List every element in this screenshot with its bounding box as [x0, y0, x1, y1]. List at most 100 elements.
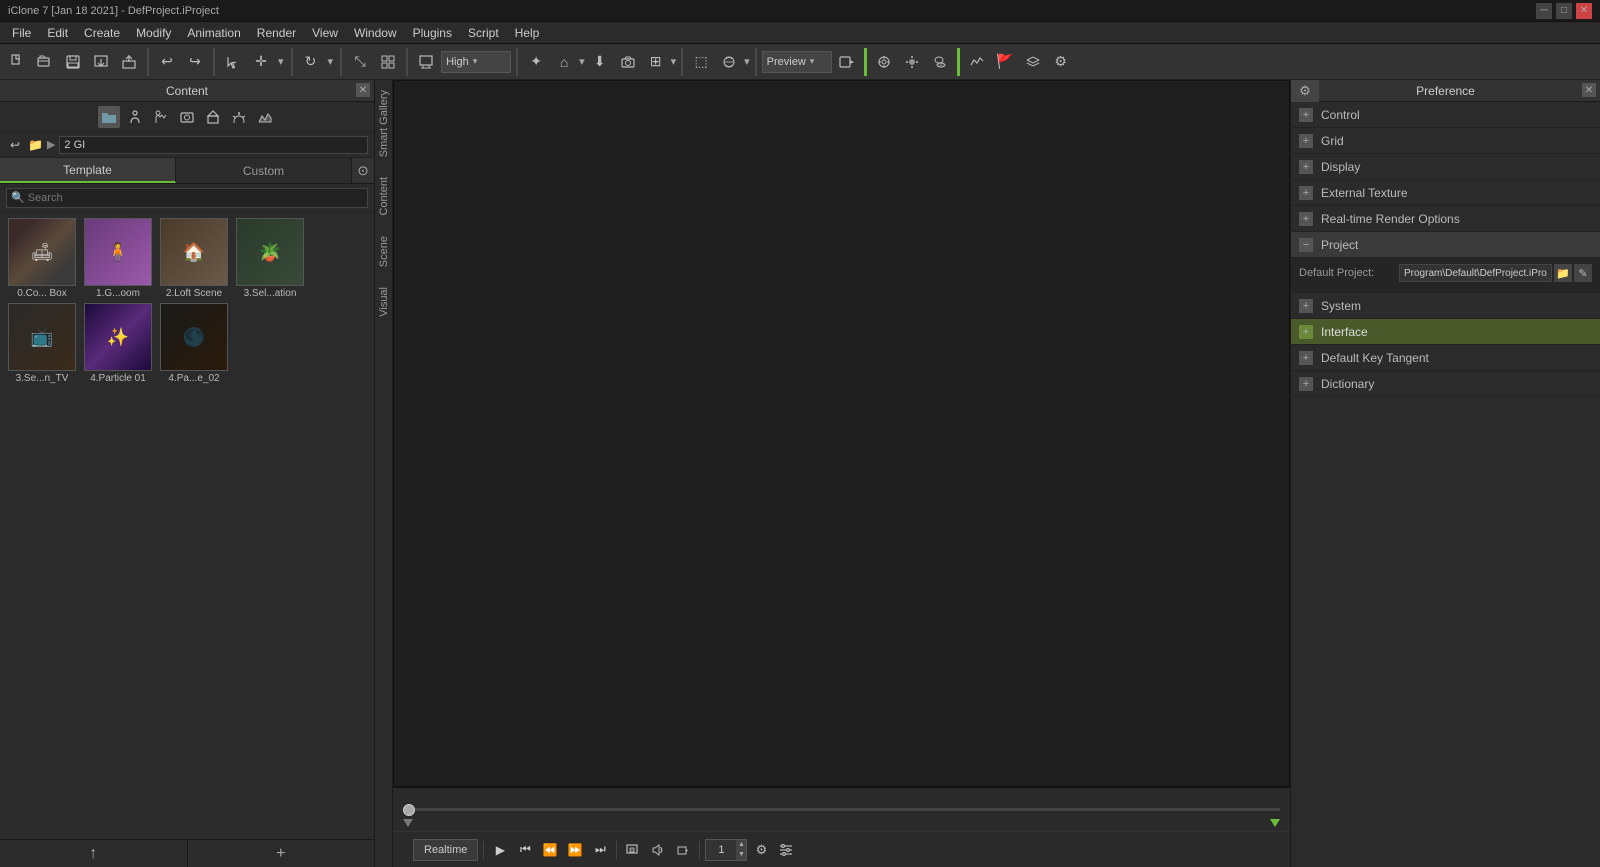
list-item[interactable]: 🛋 0.Co... Box	[6, 218, 78, 299]
content-icon-character[interactable]	[124, 106, 146, 128]
vtab-scene[interactable]: Scene	[376, 226, 392, 277]
export-button[interactable]	[88, 49, 114, 75]
redo-button[interactable]: ↪	[182, 49, 208, 75]
list-item[interactable]: 🌑 4.Pa...e_02	[158, 303, 230, 384]
timeline-slider[interactable]	[393, 788, 1290, 831]
menu-animation[interactable]: Animation	[179, 24, 248, 42]
save-button[interactable]	[60, 49, 86, 75]
close-button[interactable]: ✕	[1576, 3, 1592, 19]
vtab-visual[interactable]: Visual	[376, 277, 392, 327]
move-tool[interactable]: ✛	[248, 49, 274, 75]
pref-section-display[interactable]: + Display	[1291, 154, 1600, 180]
menu-render[interactable]: Render	[249, 24, 304, 42]
menu-view[interactable]: View	[304, 24, 346, 42]
frame-input[interactable]	[706, 844, 736, 856]
menu-help[interactable]: Help	[507, 24, 548, 42]
rotate-tool-dropdown[interactable]: ▾	[326, 55, 336, 68]
search-input[interactable]	[28, 192, 363, 204]
menu-edit[interactable]: Edit	[39, 24, 76, 42]
preference-panel-close[interactable]: ✕	[1582, 83, 1596, 97]
pref-section-grid[interactable]: + Grid	[1291, 128, 1600, 154]
frame-step-up[interactable]: ▲	[736, 840, 746, 850]
tab-template[interactable]: Template	[0, 158, 176, 183]
tab-more-button[interactable]: ⊙	[352, 158, 374, 183]
select-tool[interactable]	[220, 49, 246, 75]
list-item[interactable]: ✨ 4.Particle 01	[82, 303, 154, 384]
play-to-start-button[interactable]: ⏮	[514, 839, 536, 861]
open-button[interactable]	[32, 49, 58, 75]
home-view-dropdown[interactable]: ▾	[579, 55, 585, 68]
list-item[interactable]: 🪴 3.Sel...ation	[234, 218, 306, 299]
pref-section-external-texture[interactable]: + External Texture	[1291, 180, 1600, 206]
loop-button[interactable]	[622, 839, 644, 861]
settings-button[interactable]: ⚙	[1048, 49, 1074, 75]
home-view-button[interactable]: ⌂	[551, 49, 577, 75]
headlight-button[interactable]	[899, 49, 925, 75]
content-icon-terrain[interactable]	[254, 106, 276, 128]
motion-button[interactable]	[964, 49, 990, 75]
content-icon-prop[interactable]	[202, 106, 224, 128]
fit-view-button[interactable]: ⬇	[587, 49, 613, 75]
vtab-content[interactable]: Content	[376, 167, 392, 226]
scale-tool[interactable]: ⤡	[347, 49, 373, 75]
play-forward-button[interactable]: ▶	[489, 839, 511, 861]
content-icon-folder[interactable]	[98, 106, 120, 128]
vtab-smart-gallery[interactable]: Smart Gallery	[376, 80, 392, 167]
pref-section-dictionary[interactable]: + Dictionary	[1291, 371, 1600, 397]
shadow-button[interactable]	[927, 49, 953, 75]
pref-section-interface[interactable]: + Interface	[1291, 319, 1600, 345]
timeline-options-button[interactable]	[775, 839, 797, 861]
record-button[interactable]	[834, 49, 860, 75]
pref-edit-project-button[interactable]: ✎	[1574, 264, 1592, 282]
pref-section-realtime-render[interactable]: + Real-time Render Options	[1291, 206, 1600, 232]
grid-view-dropdown[interactable]: ▾	[671, 55, 677, 68]
flag-button[interactable]: 🚩	[992, 49, 1018, 75]
target-button[interactable]	[871, 49, 897, 75]
menu-create[interactable]: Create	[76, 24, 128, 42]
minimize-button[interactable]: ─	[1536, 3, 1552, 19]
audio-button[interactable]	[647, 839, 669, 861]
list-item[interactable]: 🧍 1.G...oom	[82, 218, 154, 299]
menu-plugins[interactable]: Plugins	[405, 24, 460, 42]
undo-button[interactable]: ↩	[154, 49, 180, 75]
move-tool-dropdown[interactable]: ▾	[276, 55, 286, 68]
camera-record-button[interactable]	[672, 839, 694, 861]
path-input[interactable]	[59, 136, 368, 154]
pref-section-system[interactable]: + System	[1291, 293, 1600, 319]
frame-step-down[interactable]: ▼	[736, 850, 746, 860]
content-panel-close[interactable]: ✕	[356, 83, 370, 97]
list-item[interactable]: 📺 3.Se...n_TV	[6, 303, 78, 384]
add-button[interactable]: +	[188, 840, 375, 867]
new-button[interactable]	[4, 49, 30, 75]
list-item[interactable]: 🏠 2.Loft Scene	[158, 218, 230, 299]
menu-file[interactable]: File	[4, 24, 39, 42]
pref-open-project-button[interactable]: 📁	[1554, 264, 1572, 282]
play-to-end-button[interactable]: ⏭	[589, 839, 611, 861]
playback-settings-button[interactable]: ⚙	[750, 839, 772, 861]
quality-dropdown[interactable]: High ▾	[441, 51, 511, 73]
pref-section-control[interactable]: + Control	[1291, 102, 1600, 128]
prev-frame-button[interactable]: ⏪	[539, 839, 561, 861]
pref-section-project[interactable]: − Project	[1291, 232, 1600, 258]
snap-tool[interactable]	[375, 49, 401, 75]
light-button[interactable]: ✦	[523, 49, 549, 75]
realtime-button[interactable]: Realtime	[413, 839, 478, 861]
menu-script[interactable]: Script	[460, 24, 507, 42]
rotate-tool[interactable]: ↻	[298, 49, 324, 75]
pref-default-project-input[interactable]	[1399, 264, 1552, 282]
display-mode-button[interactable]	[413, 49, 439, 75]
menu-modify[interactable]: Modify	[128, 24, 179, 42]
layers-button[interactable]	[1020, 49, 1046, 75]
preview-dropdown[interactable]: Preview ▾	[762, 51, 832, 73]
path-back-button[interactable]: ↩	[6, 136, 24, 154]
content-icon-sky[interactable]	[228, 106, 250, 128]
viewport[interactable]	[393, 80, 1290, 787]
pref-section-default-key-tangent[interactable]: + Default Key Tangent	[1291, 345, 1600, 371]
import-button[interactable]	[116, 49, 142, 75]
camera-button[interactable]	[615, 49, 641, 75]
gizmo-button[interactable]	[716, 49, 742, 75]
next-frame-button[interactable]: ⏩	[564, 839, 586, 861]
perspective-button[interactable]: ⬚	[688, 49, 714, 75]
menu-window[interactable]: Window	[346, 24, 405, 42]
gizmo-dropdown[interactable]: ▾	[744, 55, 750, 68]
